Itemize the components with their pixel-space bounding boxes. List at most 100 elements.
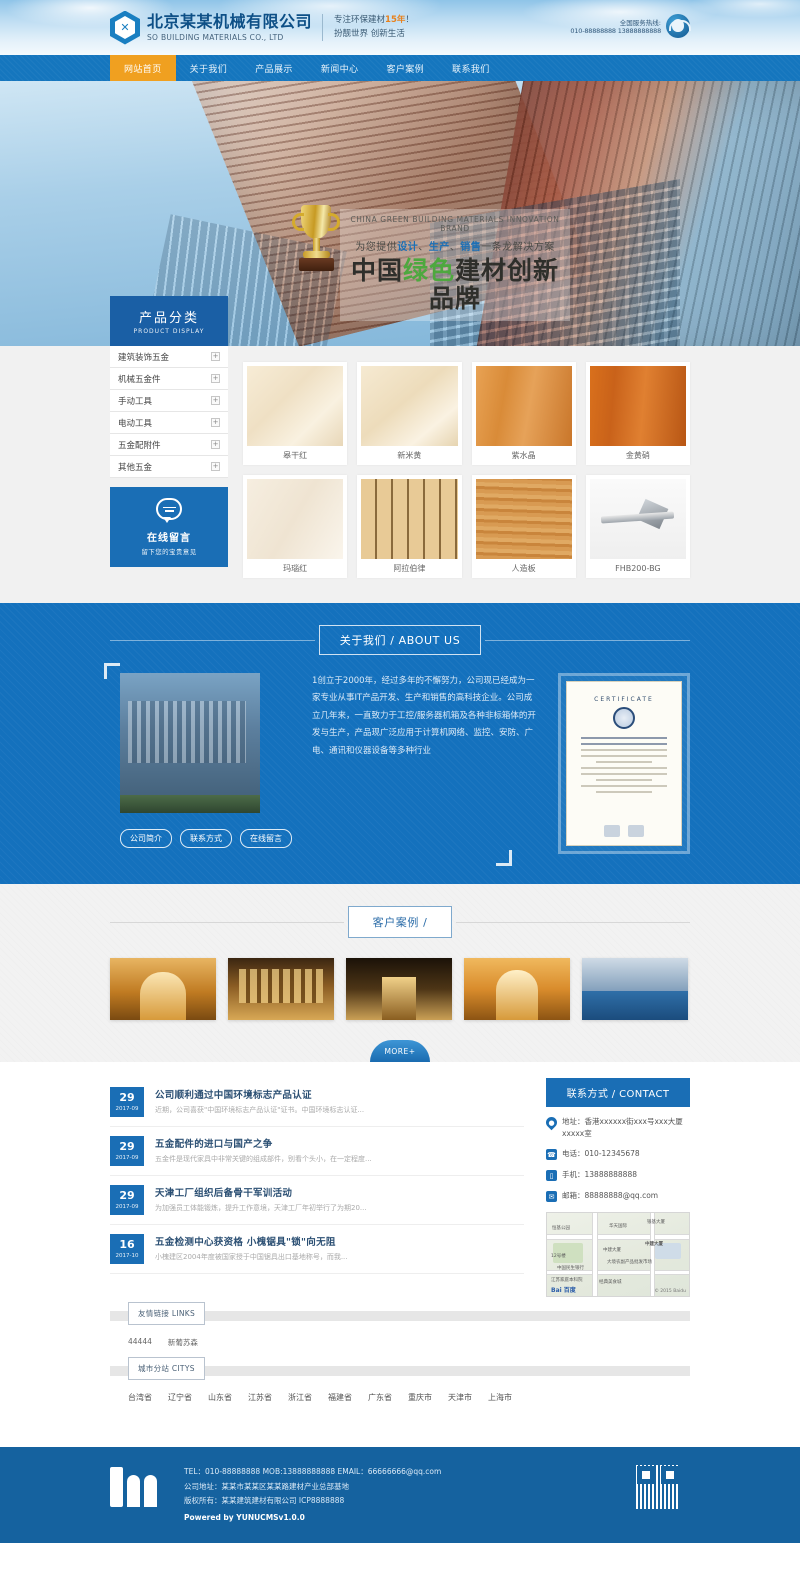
- case-thumbnail-4[interactable]: [582, 958, 688, 1020]
- product-card[interactable]: 阿拉伯律: [357, 475, 462, 578]
- news-day: 29: [119, 1140, 135, 1153]
- expand-plus-icon[interactable]: +: [211, 396, 220, 405]
- product-name: 人造板: [511, 564, 536, 573]
- friend-link-1[interactable]: 新葡苏森: [168, 1337, 198, 1348]
- product-category-5[interactable]: 其他五金 +: [110, 456, 228, 478]
- friend-link-0[interactable]: 44444: [128, 1337, 152, 1348]
- news-item[interactable]: 29 2017-09 公司顺利通过中国环境标志产品认证 近期，公司喜获"中国环境标志产…: [110, 1078, 524, 1127]
- news-body: 天津工厂组织后备骨干军训活动 为加强员工体能锻炼，提升工作意境，天津工厂年初举行了…: [155, 1185, 524, 1215]
- city-link-5[interactable]: 福建省: [328, 1392, 352, 1403]
- product-category-3[interactable]: 电动工具 +: [110, 412, 228, 434]
- category-label: 手动工具: [118, 396, 153, 407]
- map-copyright: © 2015 Baidu: [654, 1289, 686, 1295]
- case-thumbnail-1[interactable]: [228, 958, 334, 1020]
- cases-section: 客户案例 / MORE+: [0, 884, 800, 1062]
- news-title[interactable]: 五金检测中心获资格 小槐锯具"锁"向无阻: [155, 1234, 524, 1248]
- company-name-en: SO BUILDING MATERIALS CO., LTD: [147, 32, 284, 42]
- footer-info: TEL：010-88888888 MOB:13888888888 EMAIL：6…: [184, 1465, 441, 1525]
- news-day: 16: [119, 1238, 135, 1251]
- expand-plus-icon[interactable]: +: [211, 418, 220, 427]
- city-link-9[interactable]: 上海市: [488, 1392, 512, 1403]
- product-name: 阿拉伯律: [393, 564, 426, 573]
- product-category-0[interactable]: 建筑装饰五金 +: [110, 346, 228, 368]
- contact-text: 手机：13888888888: [562, 1170, 637, 1180]
- expand-plus-icon[interactable]: +: [211, 352, 220, 361]
- about-button-0[interactable]: 公司简介: [120, 829, 172, 848]
- map-label: 中建大厦: [603, 1248, 621, 1254]
- product-card[interactable]: 紫水晶: [471, 362, 576, 465]
- product-card[interactable]: 玛瑙红: [243, 475, 348, 578]
- links-section: 友情链接 LINKS 44444 新葡苏森 城市分站 CITYS 台湾省 辽宁省 山东…: [110, 1302, 690, 1407]
- online-message-box[interactable]: 在线留言 留下您的宝贵意见: [110, 487, 228, 567]
- about-button-1[interactable]: 联系方式: [180, 829, 232, 848]
- case-thumbnail-0[interactable]: [110, 958, 216, 1020]
- map-label: 华天国际: [609, 1224, 627, 1230]
- news-title[interactable]: 五金配件的进口与国产之争: [155, 1136, 524, 1150]
- certificate-heading: CERTIFICATE: [594, 696, 654, 703]
- category-label: 电动工具: [118, 418, 153, 429]
- contact-panel: 联系方式 / CONTACT ● 地址：香港xxxxxx街xxx号xxx大厦xxx…: [543, 1078, 690, 1298]
- news-body: 公司顺利通过中国环境标志产品认证 近期，公司喜获"中国环境标志产品认证"证书。中国…: [155, 1087, 524, 1117]
- city-link-8[interactable]: 天津市: [448, 1392, 472, 1403]
- company-logo[interactable]: ✕: [110, 10, 140, 45]
- about-button-2[interactable]: 在线留言: [240, 829, 292, 848]
- city-bar: 城市分站 CITYS: [110, 1357, 690, 1381]
- contact-text: 地址：香港xxxxxx街xxx号xxx大厦xxxxx室: [562, 1117, 683, 1138]
- expand-plus-icon[interactable]: +: [211, 440, 220, 449]
- expand-plus-icon[interactable]: +: [211, 462, 220, 471]
- nav-item-4[interactable]: 客户案例: [372, 55, 438, 81]
- news-list: 29 2017-09 公司顺利通过中国环境标志产品认证 近期，公司喜获"中国环境标志产…: [110, 1078, 524, 1297]
- product-name: 紫水晶: [511, 451, 536, 460]
- about-section: 关于我们 / ABOUT US 公司简介 联系方式 在线留言 1创立于2000年，经…: [0, 603, 800, 884]
- footer-logo-icon: [110, 1465, 168, 1508]
- news-title[interactable]: 天津工厂组织后备骨干军训活动: [155, 1185, 524, 1199]
- more-cases-button[interactable]: MORE+: [370, 1040, 430, 1062]
- product-card[interactable]: 皋干红: [243, 362, 348, 465]
- product-category-4[interactable]: 五金配附件 +: [110, 434, 228, 456]
- case-thumbnail-2[interactable]: [346, 958, 452, 1020]
- news-date-badge: 29 2017-09: [110, 1087, 144, 1117]
- city-link-0[interactable]: 台湾省: [128, 1392, 152, 1403]
- nav-item-0[interactable]: 网站首页: [110, 55, 176, 81]
- product-card[interactable]: 新米黄: [357, 362, 462, 465]
- news-title[interactable]: 公司顺利通过中国环境标志产品认证: [155, 1087, 524, 1101]
- nav-item-3[interactable]: 新闻中心: [307, 55, 373, 81]
- city-link-6[interactable]: 广东省: [368, 1392, 392, 1403]
- product-category-1[interactable]: 机械五金件 +: [110, 368, 228, 390]
- nav-item-2[interactable]: 产品展示: [241, 55, 307, 81]
- headset-icon: [666, 14, 691, 38]
- nav-item-1[interactable]: 关于我们: [176, 55, 242, 81]
- category-label: 其他五金: [118, 462, 153, 473]
- contact-text: 电话：010-12345678: [562, 1149, 640, 1159]
- news-month: 2017-09: [115, 1155, 139, 1161]
- city-link-2[interactable]: 山东省: [208, 1392, 232, 1403]
- about-button-row: 公司简介 联系方式 在线留言: [120, 829, 292, 848]
- news-month: 2017-09: [115, 1204, 139, 1210]
- news-item[interactable]: 29 2017-09 五金配件的进口与国产之争 五金件是现代家具中非常关键的组成部件，…: [110, 1127, 524, 1176]
- city-link-3[interactable]: 江苏省: [248, 1392, 272, 1403]
- product-name: 新米黄: [397, 451, 422, 460]
- product-card[interactable]: FHB200-BG: [585, 475, 690, 578]
- certificate-seal-icon: [613, 707, 635, 729]
- city-link-4[interactable]: 浙江省: [288, 1392, 312, 1403]
- site-footer: TEL：010-88888888 MOB:13888888888 EMAIL：6…: [0, 1447, 800, 1544]
- news-item[interactable]: 29 2017-09 天津工厂组织后备骨干军训活动 为加强员工体能锻炼，提升工作意境，…: [110, 1176, 524, 1225]
- trophy-icon: [290, 199, 342, 281]
- city-link-1[interactable]: 辽宁省: [168, 1392, 192, 1403]
- expand-plus-icon[interactable]: +: [211, 374, 220, 383]
- product-image: [475, 366, 572, 446]
- case-thumbnail-3[interactable]: [464, 958, 570, 1020]
- contact-text: 邮箱：88888888@qq.com: [562, 1191, 659, 1201]
- location-map[interactable]: 恒基公园 华天国际 中建大厦 12号楼 中国民生银行 中建大厦 江苏家庭本科院 …: [546, 1212, 690, 1298]
- category-label: 机械五金件: [118, 374, 161, 385]
- banner-headline: 中国绿色建材创新品牌: [350, 256, 560, 313]
- nav-item-5[interactable]: 联系我们: [438, 55, 504, 81]
- contact-line-location-pin: ● 地址：香港xxxxxx街xxx号xxx大厦xxxxx室: [543, 1114, 690, 1139]
- map-label: 银基大厦: [647, 1220, 665, 1226]
- product-card[interactable]: 人造板: [471, 475, 576, 578]
- news-item[interactable]: 16 2017-10 五金检测中心获资格 小槐锯具"锁"向无阻 小槐建区2004年度被…: [110, 1225, 524, 1274]
- product-name: FHB200-BG: [615, 564, 661, 573]
- product-card[interactable]: 金黄硝: [585, 362, 690, 465]
- city-link-7[interactable]: 重庆市: [408, 1392, 432, 1403]
- product-category-2[interactable]: 手动工具 +: [110, 390, 228, 412]
